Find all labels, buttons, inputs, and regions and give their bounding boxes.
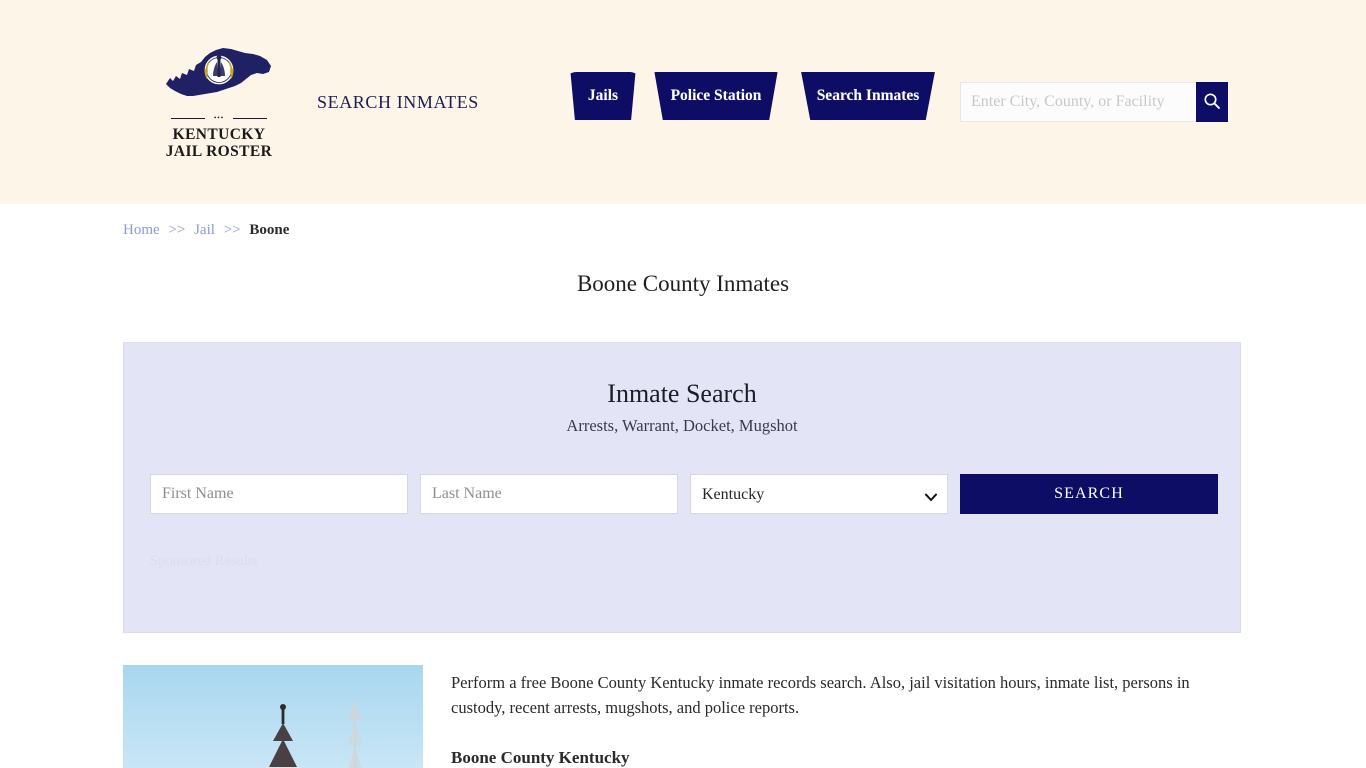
primary-navigation: Jails Police Station Search Inmates [566, 72, 944, 120]
site-tagline: SEARCH INMATES [317, 92, 479, 112]
inmate-search-button[interactable]: SEARCH [960, 474, 1218, 514]
site-header: ••• KENTUCKY JAIL ROSTER SEARCH INMATES … [0, 0, 1366, 204]
nav-tab-police-station-label: Police Station [670, 87, 762, 104]
inmate-search-form: Kentucky SEARCH [150, 474, 1240, 514]
first-name-input[interactable] [150, 474, 408, 514]
header-search-button[interactable] [1196, 82, 1228, 122]
panel-subtitle: Arrests, Warrant, Docket, Mugshot [566, 416, 798, 435]
lead-paragraph: Perform a free Boone County Kentucky inm… [451, 673, 1190, 717]
breadcrumb-separator-1: >> [168, 222, 186, 238]
logo-divider: ••• [171, 114, 267, 122]
state-select[interactable]: Kentucky [690, 474, 948, 514]
breadcrumb-separator-2: >> [223, 222, 241, 238]
last-name-input[interactable] [420, 474, 678, 514]
breadcrumb: Home >> Jail >> Boone [123, 204, 1243, 239]
search-icon [1203, 92, 1221, 113]
site-logo[interactable]: ••• KENTUCKY JAIL ROSTER [159, 40, 279, 160]
header-search-input[interactable] [960, 82, 1196, 122]
logo-divider-dots: ••• [213, 114, 225, 122]
nav-tab-jails-label: Jails [587, 87, 619, 104]
page-title: Boone County Inmates [576, 271, 790, 296]
header-inner: ••• KENTUCKY JAIL ROSTER SEARCH INMATES … [123, 0, 1243, 204]
nav-tab-police-station[interactable]: Police Station [654, 72, 778, 120]
inmate-search-panel: Inmate Search Arrests, Warrant, Docket, … [123, 342, 1241, 633]
lower-content: Perform a free Boone County Kentucky inm… [123, 665, 1243, 768]
nav-tab-jails[interactable]: Jails [570, 72, 636, 120]
sponsored-results-label: Sponsored Results [150, 553, 258, 569]
lower-text-block: Perform a free Boone County Kentucky inm… [451, 665, 1243, 768]
state-select-wrapper: Kentucky [690, 474, 948, 514]
breadcrumb-link-jail[interactable]: Jail [194, 222, 215, 238]
nav-tab-search-inmates-label: Search Inmates [816, 87, 920, 104]
brand-name-line1: KENTUCKY [172, 126, 266, 143]
breadcrumb-link-home[interactable]: Home [123, 222, 160, 238]
panel-title: Inmate Search [607, 379, 757, 408]
courthouse-photo [123, 665, 423, 768]
breadcrumb-current: Boone [249, 222, 290, 238]
main-content: Home >> Jail >> Boone Boone County Inmat… [123, 204, 1243, 768]
nav-tab-search-inmates[interactable]: Search Inmates [801, 72, 935, 120]
brand-name-line2: JAIL ROSTER [165, 143, 273, 160]
section-sub-heading: Boone County Kentucky [451, 748, 630, 767]
kentucky-map-icon [163, 40, 275, 108]
header-search-form [960, 82, 1228, 122]
